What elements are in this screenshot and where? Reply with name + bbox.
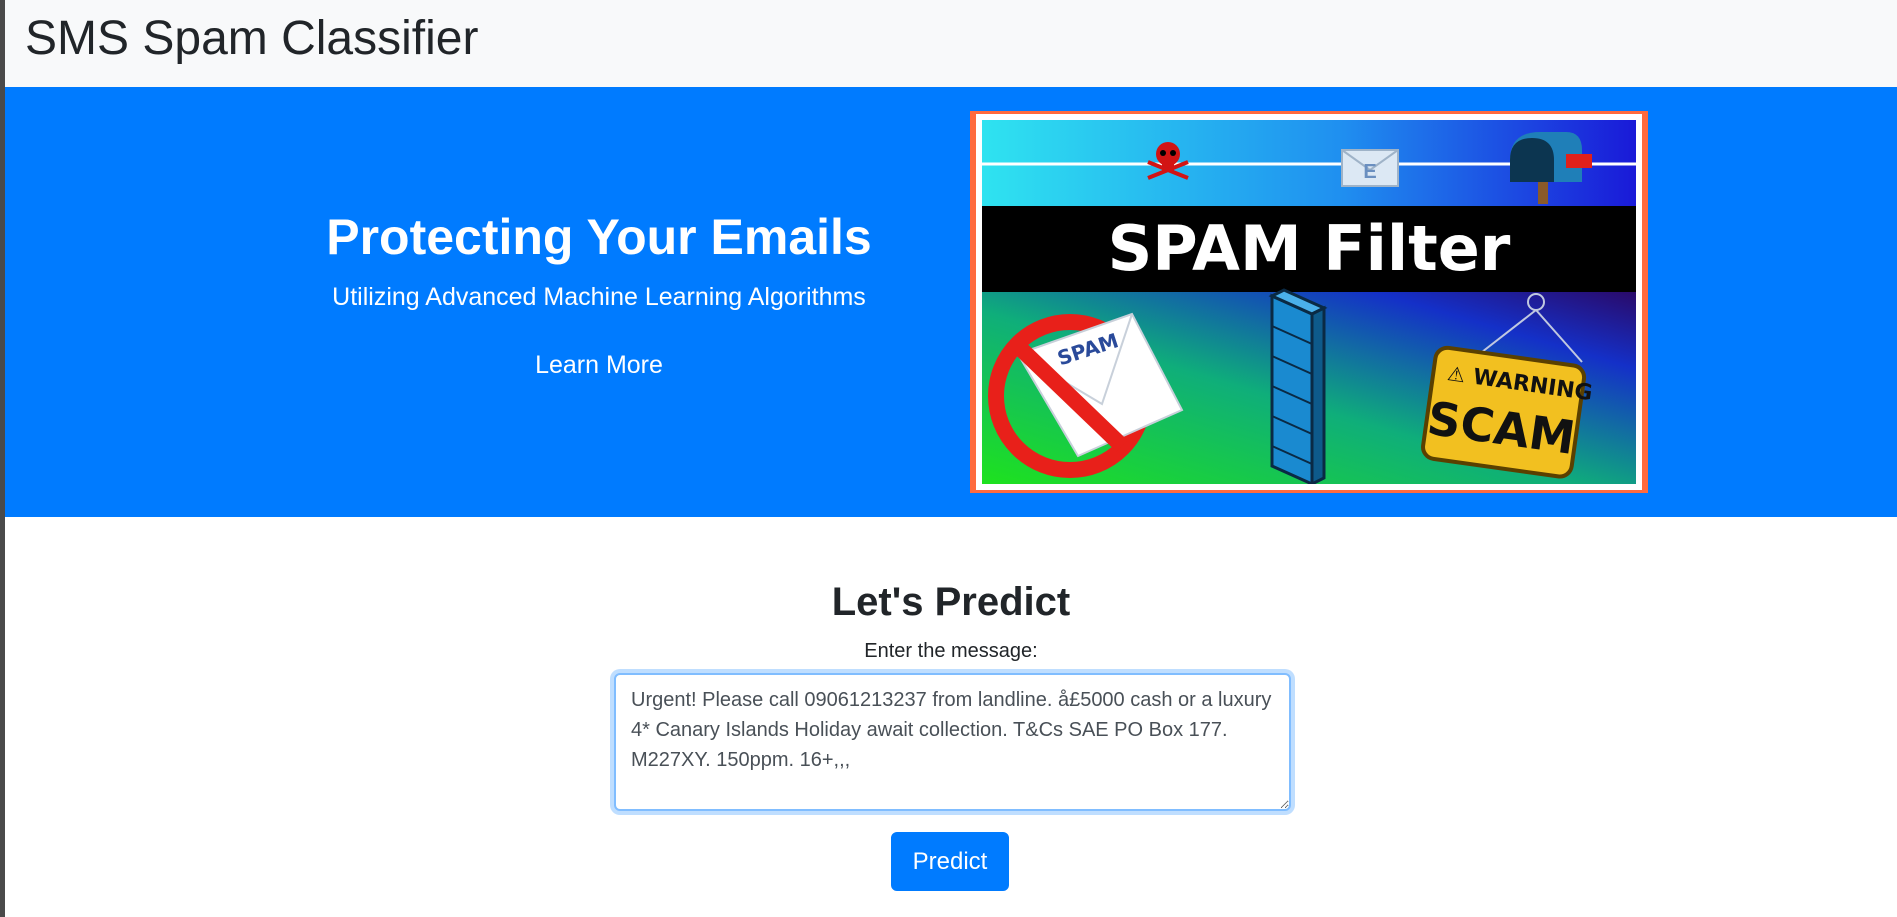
navbar: SMS Spam Classifier [5, 0, 1897, 87]
predict-button[interactable]: Predict [891, 832, 1009, 891]
hero-title: Protecting Your Emails [326, 209, 872, 265]
hero-section: Protecting Your Emails Utilizing Advance… [5, 87, 1897, 517]
envelope-icon: E [1341, 149, 1399, 187]
page: SMS Spam Classifier Protecting Your Emai… [5, 0, 1897, 917]
banner-headline: SPAM Filter [1108, 212, 1511, 285]
firewall-icon [1268, 288, 1328, 484]
envelope-letter: E [1363, 161, 1376, 183]
message-input[interactable]: Urgent! Please call 09061213237 from lan… [614, 673, 1291, 811]
hero-subtitle: Utilizing Advanced Machine Learning Algo… [332, 283, 866, 311]
spam-filter-banner: E SPAM Filter SPAM ⚠ WARNING SCAM [970, 111, 1648, 493]
warning-icon: ⚠ [1446, 361, 1467, 387]
learn-more-link[interactable]: Learn More [515, 347, 683, 383]
brand-title[interactable]: SMS Spam Classifier [25, 10, 478, 68]
message-label: Enter the message: [864, 640, 1038, 662]
spam-filter-illustration: E SPAM Filter SPAM ⚠ WARNING SCAM [982, 120, 1636, 484]
predict-heading: Let's Predict [831, 580, 1071, 624]
